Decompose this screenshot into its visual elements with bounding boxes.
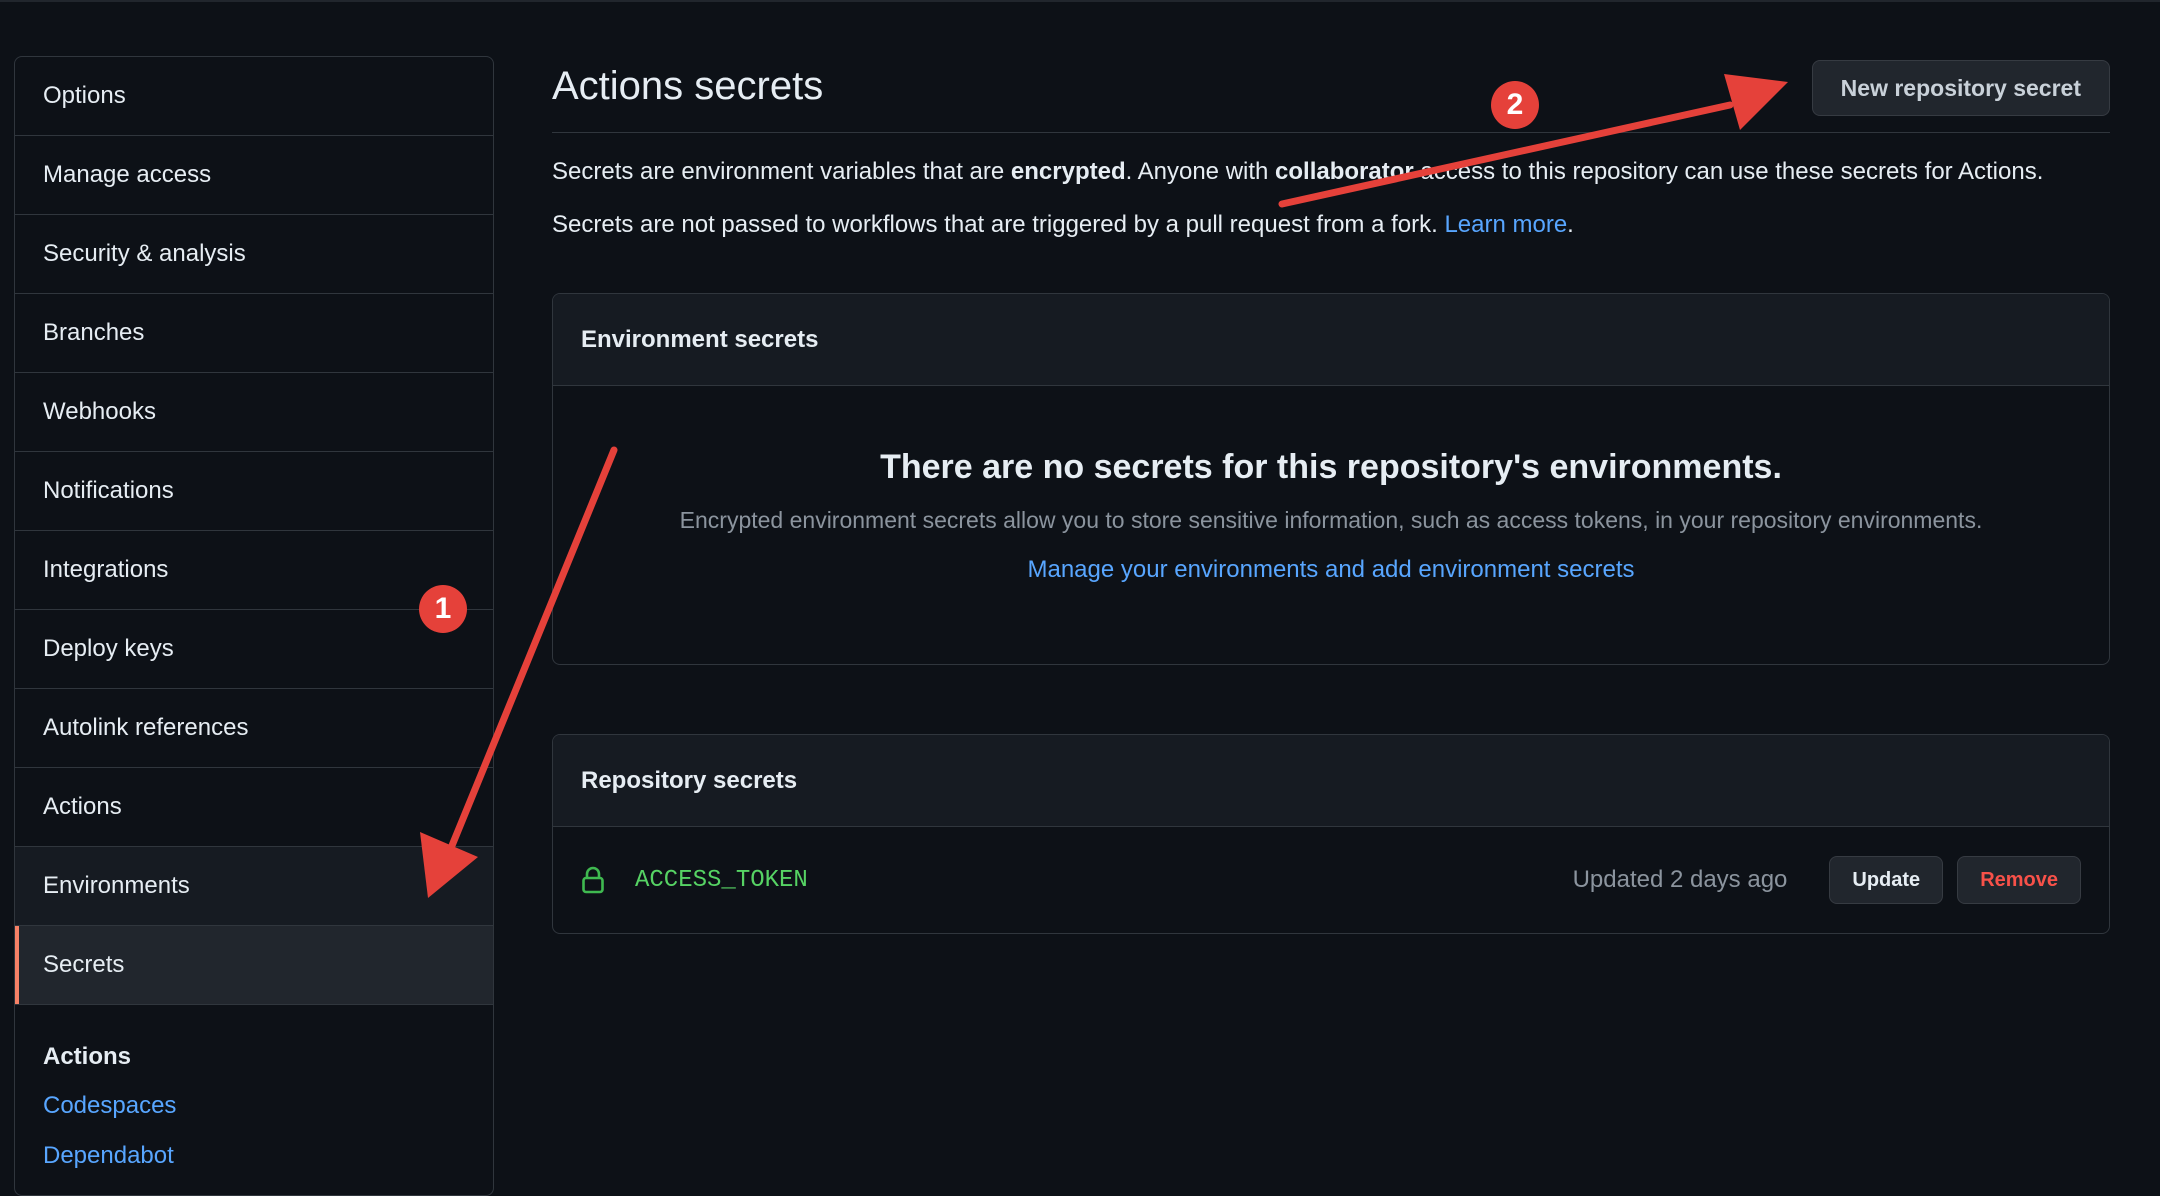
sidebar-item-label: Autolink references [43,714,249,741]
secret-updated-time: Updated 2 days ago [1572,866,1788,893]
title-row: Actions secrets New repository secret [552,56,2110,133]
settings-sidebar: Options Manage access Security & analysi… [14,56,494,1196]
lock-icon [582,866,604,894]
page-title: Actions secrets [552,64,824,108]
sidebar-link-dependabot[interactable]: Dependabot [15,1131,493,1181]
sidebar-item-label: Secrets [43,951,125,978]
environment-secrets-heading: Environment secrets [553,294,2109,386]
top-border [0,0,2160,2]
repository-secrets-heading: Repository secrets [553,735,2109,827]
desc-bold-collaborator: collaborator [1275,158,1414,185]
desc-text: Secrets are environment variables that a… [552,158,1011,185]
description: Secrets are environment variables that a… [552,155,2110,242]
description-line-1: Secrets are environment variables that a… [552,155,2110,189]
sidebar-item-notifications[interactable]: Notifications [15,452,493,531]
sidebar-item-label: Environments [43,872,190,899]
annotation-badge-2: 2 [1491,81,1539,129]
sidebar-item-actions[interactable]: Actions [15,768,493,847]
description-line-2: Secrets are not passed to workflows that… [552,208,2110,242]
secret-name: ACCESS_TOKEN [635,866,808,894]
main-content: Actions secrets New repository secret Se… [552,56,2110,934]
repository-secrets-box: Repository secrets ACCESS_TOKEN Updated … [552,734,2110,934]
sidebar-item-label: Branches [43,319,145,346]
sidebar-link-codespaces[interactable]: Codespaces [15,1081,493,1131]
sidebar-item-label: Notifications [43,477,174,504]
sidebar-item-security-analysis[interactable]: Security & analysis [15,215,493,294]
annotation-badge-1: 1 [419,585,467,633]
sidebar-item-label: Actions [43,793,122,820]
sidebar-item-manage-access[interactable]: Manage access [15,136,493,215]
sidebar-item-label: Webhooks [43,398,156,425]
sidebar-item-branches[interactable]: Branches [15,294,493,373]
sidebar-item-autolink-references[interactable]: Autolink references [15,689,493,768]
update-secret-button[interactable]: Update [1829,856,1944,904]
sidebar-item-environments[interactable]: Environments [15,847,493,926]
sidebar-item-options[interactable]: Options [15,57,493,136]
sidebar-item-label: Security & analysis [43,240,246,267]
sidebar-item-label: Deploy keys [43,635,174,662]
manage-environments-link[interactable]: Manage your environments and add environ… [1027,556,1634,584]
desc-text: . Anyone with [1125,158,1276,185]
remove-secret-button[interactable]: Remove [1957,856,2081,904]
secret-row: ACCESS_TOKEN Updated 2 days ago Update R… [553,827,2109,933]
environment-secrets-box: Environment secrets There are no secrets… [552,293,2110,665]
sidebar-item-label: Integrations [43,556,169,583]
sidebar-item-webhooks[interactable]: Webhooks [15,373,493,452]
new-repository-secret-button[interactable]: New repository secret [1811,60,2110,116]
sidebar-item-label: Options [43,82,126,109]
learn-more-link[interactable]: Learn more [1444,211,1567,238]
environment-secrets-blankslate: There are no secrets for this repository… [553,448,2109,584]
sidebar-subheading-actions: Actions [43,1043,132,1070]
blankslate-description: Encrypted environment secrets allow you … [679,507,1983,533]
desc-text: access to this repository can use these … [1413,158,2044,185]
blankslate-title: There are no secrets for this repository… [880,448,1782,486]
sidebar-item-deploy-keys[interactable]: Deploy keys [15,610,493,689]
sidebar-item-secrets[interactable]: Secrets [15,926,493,1005]
sidebar-item-label: Manage access [43,161,212,188]
desc-text: . [1567,211,1574,238]
desc-text: Secrets are not passed to workflows that… [552,211,1445,238]
desc-bold-encrypted: encrypted [1010,158,1126,185]
